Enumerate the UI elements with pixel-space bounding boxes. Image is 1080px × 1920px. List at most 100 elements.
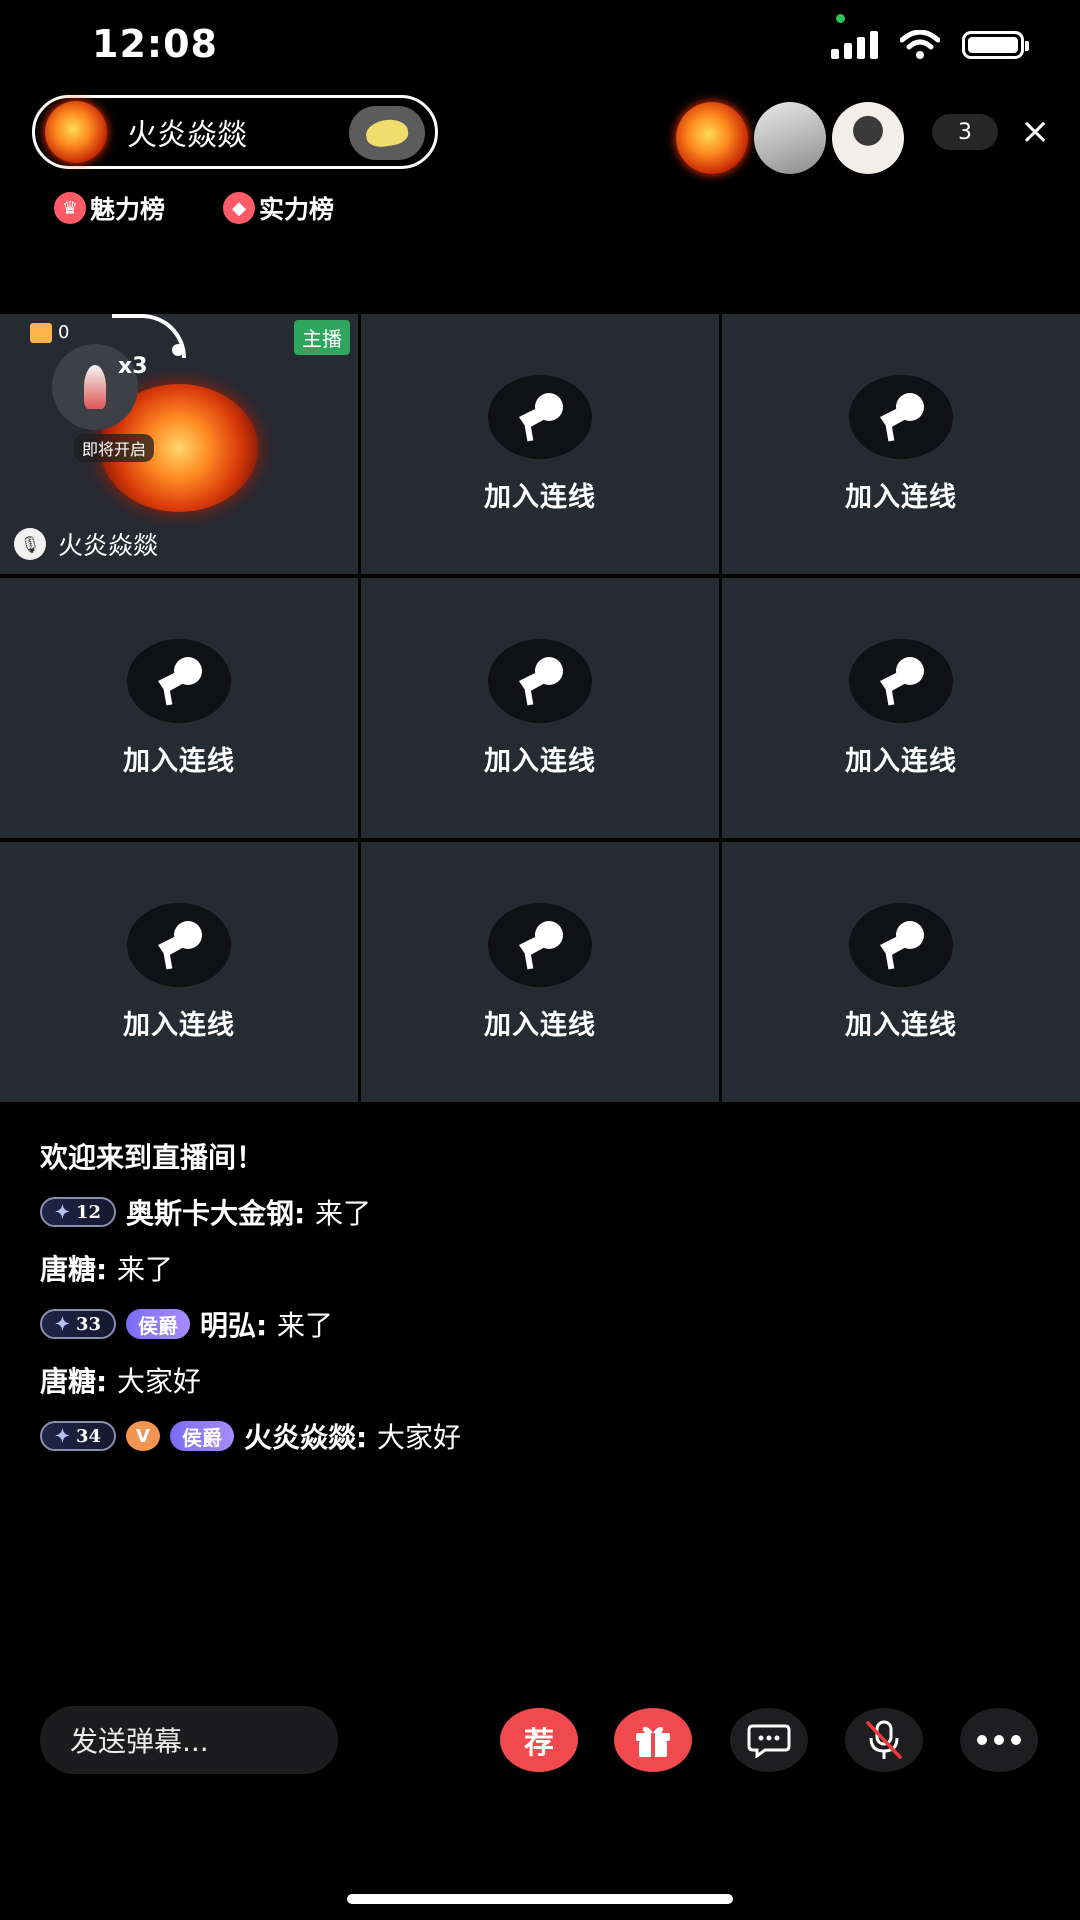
star-icon: ✦ (54, 1425, 71, 1447)
welcome-message: 欢迎来到直播间！ (40, 1128, 461, 1184)
chat-text: 大家好 (376, 1421, 461, 1454)
join-seat-label: 加入连线 (845, 1009, 957, 1041)
chat-text: 大家好 (116, 1365, 201, 1398)
host-info-pill[interactable]: 火炎焱燚 (32, 95, 438, 169)
microphone-icon (127, 902, 231, 987)
join-seat-label: 加入连线 (845, 745, 957, 777)
microphone-icon (849, 638, 953, 723)
recommend-button[interactable]: 荐 (500, 1708, 578, 1772)
join-seat-label: 加入连线 (123, 1009, 235, 1041)
gift-counter: 0 (30, 322, 69, 343)
heart-icon (364, 117, 410, 149)
coming-soon-label: 即将开启 (74, 434, 155, 462)
chat-text: 来了 (116, 1253, 173, 1286)
more-button[interactable] (960, 1708, 1038, 1772)
chat-list: 欢迎来到直播间！ ✦ 12 奥斯卡大金钢: 来了 唐糖: 来了 ✦ 33 侯爵 明弘… (40, 1128, 461, 1464)
gift-button[interactable] (614, 1708, 692, 1772)
join-seat-label: 加入连线 (484, 481, 596, 513)
danmaku-input[interactable]: 发送弹幕... (40, 1706, 338, 1774)
level-value: 12 (76, 1201, 102, 1223)
join-seat[interactable]: 加入连线 (361, 314, 719, 574)
microphone-icon (127, 638, 231, 723)
battery-icon (962, 31, 1029, 59)
follow-button[interactable] (349, 106, 425, 160)
join-seat[interactable]: 加入连线 (361, 842, 719, 1102)
host-badge: 主播 (294, 320, 350, 355)
host-avatar[interactable] (45, 101, 107, 163)
diamond-icon: ◆ (223, 192, 256, 224)
microphone-icon (849, 374, 953, 459)
more-icon (977, 1735, 1021, 1745)
join-seat-label: 加入连线 (484, 1009, 596, 1041)
title-badge: 侯爵 (126, 1309, 190, 1339)
join-seat-label: 加入连线 (845, 481, 957, 513)
join-seat[interactable]: 加入连线 (722, 578, 1080, 838)
multiplier-label: x3 (118, 354, 148, 379)
level-badge: ✦ 33 (40, 1309, 116, 1339)
mic-off-icon (866, 1720, 902, 1759)
join-seat[interactable]: 加入连线 (0, 842, 358, 1102)
chat-message[interactable]: ✦ 34 V 侯爵 火炎焱燚: 大家好 (40, 1408, 461, 1464)
status-time: 12:08 (92, 22, 218, 66)
strength-rank-button[interactable]: ◆ 实力榜 (223, 190, 334, 226)
microphone-icon (488, 638, 592, 723)
chat-message[interactable]: ✦ 12 奥斯卡大金钢: 来了 (40, 1184, 461, 1240)
level-value: 34 (76, 1425, 102, 1447)
host-seat-name: 🎙 火炎焱燚 (14, 526, 158, 562)
arc-dot (172, 344, 184, 356)
viewer-avatar[interactable] (832, 102, 904, 174)
mute-mic-button[interactable] (845, 1708, 923, 1772)
home-indicator[interactable] (347, 1894, 733, 1904)
chat-bubble-icon (747, 1724, 791, 1758)
join-seat[interactable]: 加入连线 (722, 314, 1080, 574)
level-value: 33 (76, 1313, 102, 1335)
viewer-count[interactable]: 3 (932, 114, 998, 150)
chat-message[interactable]: 唐糖: 来了 (40, 1240, 461, 1296)
join-seat-label: 加入连线 (123, 745, 235, 777)
viewer-avatars[interactable] (676, 102, 910, 174)
chat-username[interactable]: 唐糖 (40, 1253, 96, 1286)
host-seat-name-text: 火炎焱燚 (58, 531, 159, 560)
gift-icon (30, 322, 52, 343)
gift-icon (636, 1726, 670, 1757)
star-icon: ✦ (54, 1201, 71, 1223)
viewer-avatar[interactable] (754, 102, 826, 174)
chat-text: 来了 (314, 1197, 371, 1230)
chat-text: 来了 (276, 1309, 333, 1342)
welcome-text: 欢迎来到直播间！ (40, 1141, 265, 1174)
microphone-icon (849, 902, 953, 987)
charm-rank-label: 魅力榜 (90, 195, 166, 224)
status-icons (831, 30, 1029, 60)
privacy-indicator-dot (836, 14, 845, 23)
chat-username[interactable]: 唐糖 (40, 1365, 96, 1398)
mic-icon: 🎙 (14, 528, 46, 560)
chat-bubble-button[interactable] (730, 1708, 808, 1772)
vip-badge: V (126, 1421, 160, 1451)
strength-rank-label: 实力榜 (259, 195, 335, 224)
gift-count-value: 0 (58, 322, 70, 343)
star-icon: ✦ (54, 1313, 71, 1335)
rank-row: ♛ 魅力榜 ◆ 实力榜 (54, 190, 334, 226)
signal-icon (831, 31, 878, 59)
chat-message[interactable]: 唐糖: 大家好 (40, 1352, 461, 1408)
join-seat[interactable]: 加入连线 (722, 842, 1080, 1102)
wifi-icon (900, 30, 940, 59)
level-badge: ✦ 34 (40, 1421, 116, 1451)
join-seat-label: 加入连线 (484, 745, 596, 777)
seat-grid: 0 即将开启 主播 🎙 火炎焱燚 加入连线 加入连线 加入连线 加入连线 加入连… (0, 314, 1080, 1102)
crown-icon: ♛ (54, 192, 86, 224)
join-seat[interactable]: 加入连线 (0, 578, 358, 838)
chat-username[interactable]: 奥斯卡大金钢 (126, 1197, 294, 1230)
join-seat[interactable]: 加入连线 (361, 578, 719, 838)
host-name: 火炎焱燚 (127, 118, 247, 153)
level-badge: ✦ 12 (40, 1197, 116, 1227)
chat-username[interactable]: 火炎焱燚 (244, 1421, 356, 1454)
microphone-icon (488, 902, 592, 987)
close-button[interactable]: × (1020, 112, 1050, 152)
charm-rank-button[interactable]: ♛ 魅力榜 (54, 190, 165, 226)
chat-message[interactable]: ✦ 33 侯爵 明弘: 来了 (40, 1296, 461, 1352)
title-badge: 侯爵 (170, 1421, 234, 1451)
viewer-avatar[interactable] (676, 102, 748, 174)
chat-username[interactable]: 明弘 (200, 1309, 256, 1342)
microphone-icon (488, 374, 592, 459)
